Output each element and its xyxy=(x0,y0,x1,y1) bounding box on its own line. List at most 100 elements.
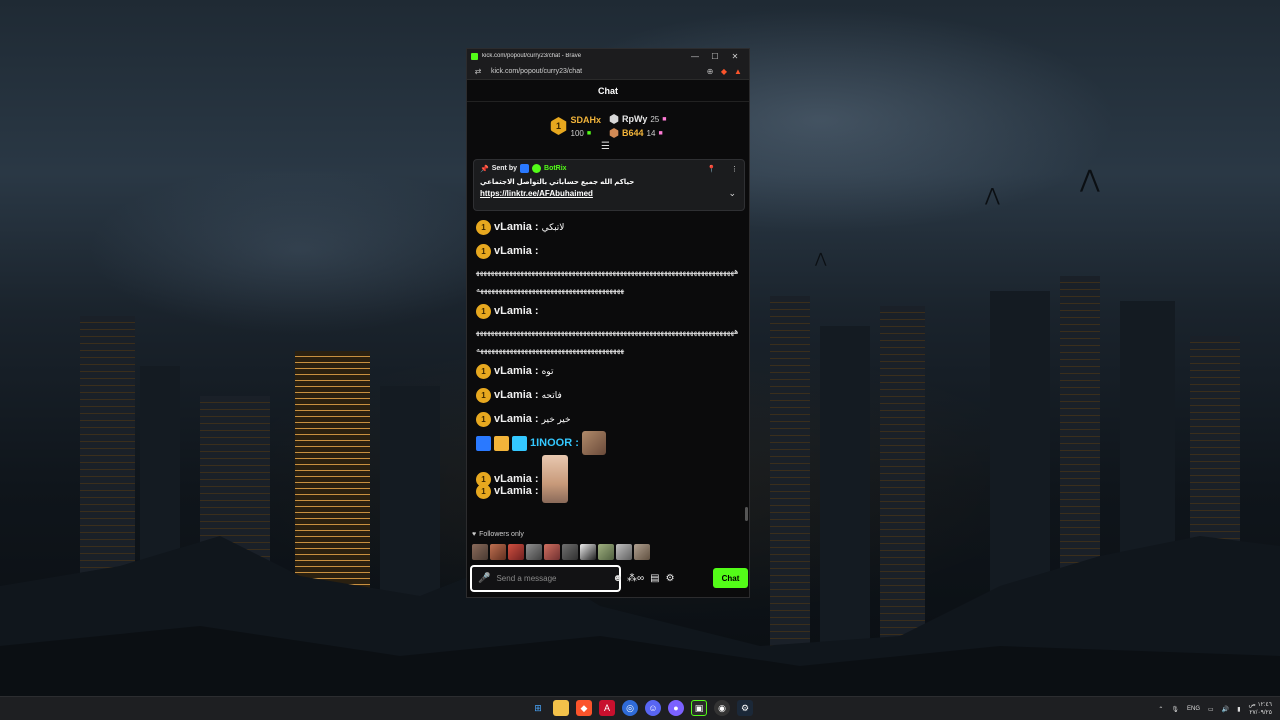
settings-gear-icon[interactable]: ⚙ xyxy=(666,573,675,584)
rank-badge-icon: 1 xyxy=(476,387,491,403)
network-icon[interactable]: ▭ xyxy=(1208,706,1214,713)
app-circle-icon[interactable]: ◎ xyxy=(622,700,638,716)
more-options-icon[interactable]: ⋮ xyxy=(731,165,738,173)
leaderboard-second[interactable]: RpWy 25 ■ xyxy=(609,114,667,124)
unpin-icon[interactable]: 📍 xyxy=(707,165,716,173)
chat-message-input[interactable] xyxy=(496,573,607,583)
leaderboard-second-name: RpWy xyxy=(622,114,648,124)
microphone-tray-icon[interactable]: 🎙 xyxy=(1171,706,1179,713)
quick-emote[interactable] xyxy=(472,544,488,560)
username-separator: : xyxy=(534,365,539,377)
chat-username[interactable]: vLamia xyxy=(494,221,532,233)
obs-icon[interactable]: ◉ xyxy=(714,700,730,716)
discord-icon[interactable]: ☺ xyxy=(645,700,661,716)
rank-badge-icon: 1 xyxy=(476,411,491,427)
chat-message: 1 vLamia: لاتبكي xyxy=(476,215,742,239)
chat-message: 1 vLamia: توه xyxy=(476,359,742,383)
chat-input-box[interactable]: 🎤 ☻ xyxy=(470,564,623,592)
gift-icon: ■ xyxy=(586,129,592,137)
brave-rewards-icon[interactable]: ▲ xyxy=(731,67,745,76)
adobe-app-icon[interactable]: A xyxy=(599,700,615,716)
chat-username[interactable]: vLamia xyxy=(494,413,532,425)
leaderboard-first-name: SDAHx xyxy=(570,114,602,125)
chat-username[interactable]: vLamia xyxy=(494,305,532,317)
quick-emote[interactable] xyxy=(562,544,578,560)
collapse-leaderboard-icon[interactable]: ☰ xyxy=(601,141,610,152)
maximize-button[interactable]: ☐ xyxy=(705,52,725,61)
quick-emote[interactable] xyxy=(508,544,524,560)
store-icon[interactable]: ▤ xyxy=(650,573,659,584)
followers-only-label: Followers only xyxy=(479,531,524,538)
followers-only-indicator: ♥ Followers only xyxy=(472,531,524,538)
windows-start-icon[interactable]: ⊞ xyxy=(530,700,546,716)
quick-emote-bar xyxy=(472,544,650,560)
brave-browser-icon[interactable]: ◆ xyxy=(576,700,592,716)
quick-emote[interactable] xyxy=(526,544,542,560)
bat-silhouette: ⋀ xyxy=(985,185,1000,205)
chat-app-icon[interactable]: ● xyxy=(668,700,684,716)
chat-username[interactable]: vLamia xyxy=(494,389,532,401)
emoji-picker-icon[interactable]: ☻ xyxy=(612,573,623,584)
rank-badge-icon: 1 xyxy=(476,243,491,259)
send-chat-button[interactable]: Chat xyxy=(713,568,748,588)
chat-username[interactable]: 1INOOR xyxy=(530,437,572,449)
tray-overflow-icon[interactable]: ⌃ xyxy=(1158,706,1163,713)
chat-scrollbar[interactable] xyxy=(745,507,748,521)
og-badge-icon xyxy=(512,435,527,451)
leaderboard-first-count: 100 xyxy=(570,128,584,138)
quick-emote[interactable] xyxy=(490,544,506,560)
address-bar[interactable]: ⇄ kick.com/popout/curry23/chat ⊕ ◆ ▲ xyxy=(467,63,749,80)
pinned-sender[interactable]: BotRix xyxy=(544,165,567,172)
pinned-message-text: حياكم الله جميع حساباتي بالتواصل الاجتما… xyxy=(480,179,635,186)
chevron-down-icon[interactable]: ⌄ xyxy=(728,188,736,199)
chat-username[interactable]: vLamia xyxy=(494,245,532,257)
chat-header: Chat xyxy=(467,80,749,102)
url-text[interactable]: kick.com/popout/curry23/chat xyxy=(485,68,703,75)
quick-emote[interactable] xyxy=(544,544,560,560)
quick-emote[interactable] xyxy=(580,544,596,560)
leaderboard-first[interactable]: 1 SDAHx 100 ■ xyxy=(550,114,602,138)
verified-badge-icon xyxy=(532,164,542,173)
steam-icon[interactable]: ⚙ xyxy=(737,700,753,716)
microphone-icon[interactable]: 🎤 xyxy=(478,573,490,584)
chat-message-text: هههههههههههههههههههههههههههههههههههههههه… xyxy=(476,267,739,294)
gift-icon: ■ xyxy=(658,129,663,137)
username-separator: : xyxy=(534,485,539,497)
quick-emote[interactable] xyxy=(634,544,650,560)
chat-message-text: خير خير xyxy=(541,413,571,424)
clock[interactable]: ١٢:٤٦ ص ٢٧/٠٩/٢٥ xyxy=(1249,701,1272,717)
volume-icon[interactable]: 🔊 xyxy=(1222,706,1229,713)
browser-window: kick.com/popout/curry23/chat - Brave — ☐… xyxy=(466,48,750,598)
chat-username[interactable]: vLamia xyxy=(494,485,532,497)
bronze-medal-icon xyxy=(609,128,619,138)
chat-message-text: فاتحه xyxy=(541,389,562,400)
sent-by-label: Sent by xyxy=(491,165,518,172)
site-info-icon[interactable]: ⇄ xyxy=(471,67,485,76)
kick-favicon-icon xyxy=(471,52,478,60)
chat-username[interactable]: vLamia xyxy=(494,473,532,485)
minimize-button[interactable]: — xyxy=(685,52,705,61)
battery-icon[interactable]: ▮ xyxy=(1237,706,1240,713)
language-indicator[interactable]: ENG xyxy=(1187,706,1200,712)
chat-input-row: 🎤 ☻ ⁂∞ ▤ ⚙ Chat xyxy=(470,564,748,592)
taskbar: ⊞ ◆ A ◎ ☺ ● ▣ ◉ ⚙ ⌃ 🎙 ENG ▭ 🔊 ▮ ١٢:٤٦ ص … xyxy=(0,696,1280,720)
quick-emote[interactable] xyxy=(616,544,632,560)
zoom-icon[interactable]: ⊕ xyxy=(703,67,717,76)
close-button[interactable]: ✕ xyxy=(725,52,745,61)
chat-message-text: هههههههههههههههههههههههههههههههههههههههه… xyxy=(476,327,739,354)
kicks-currency-icon[interactable]: ⁂∞ xyxy=(627,573,644,584)
pinned-message[interactable]: 📌 Sent by BotRix 📍 ⋮ حياكم الله جميع حسا… xyxy=(473,159,745,211)
terminal-icon[interactable]: ▣ xyxy=(691,700,707,716)
crown-badge-icon xyxy=(494,435,509,451)
brave-shields-icon[interactable]: ◆ xyxy=(717,67,731,76)
chat-username[interactable]: vLamia xyxy=(494,365,532,377)
window-title: kick.com/popout/curry23/chat - Brave xyxy=(482,53,582,59)
leaderboard-third[interactable]: B644 14 ■ xyxy=(609,128,666,138)
rank-badge-icon: 1 xyxy=(476,303,491,319)
file-explorer-icon[interactable] xyxy=(553,700,569,716)
username-separator: : xyxy=(534,413,539,425)
chat-message: 1 vLamia: xyxy=(476,239,742,263)
quick-emote[interactable] xyxy=(598,544,614,560)
clock-date: ٢٧/٠٩/٢٥ xyxy=(1249,710,1272,716)
pinned-message-link[interactable]: https://linktr.ee/AFAbuhaimed xyxy=(480,189,738,198)
